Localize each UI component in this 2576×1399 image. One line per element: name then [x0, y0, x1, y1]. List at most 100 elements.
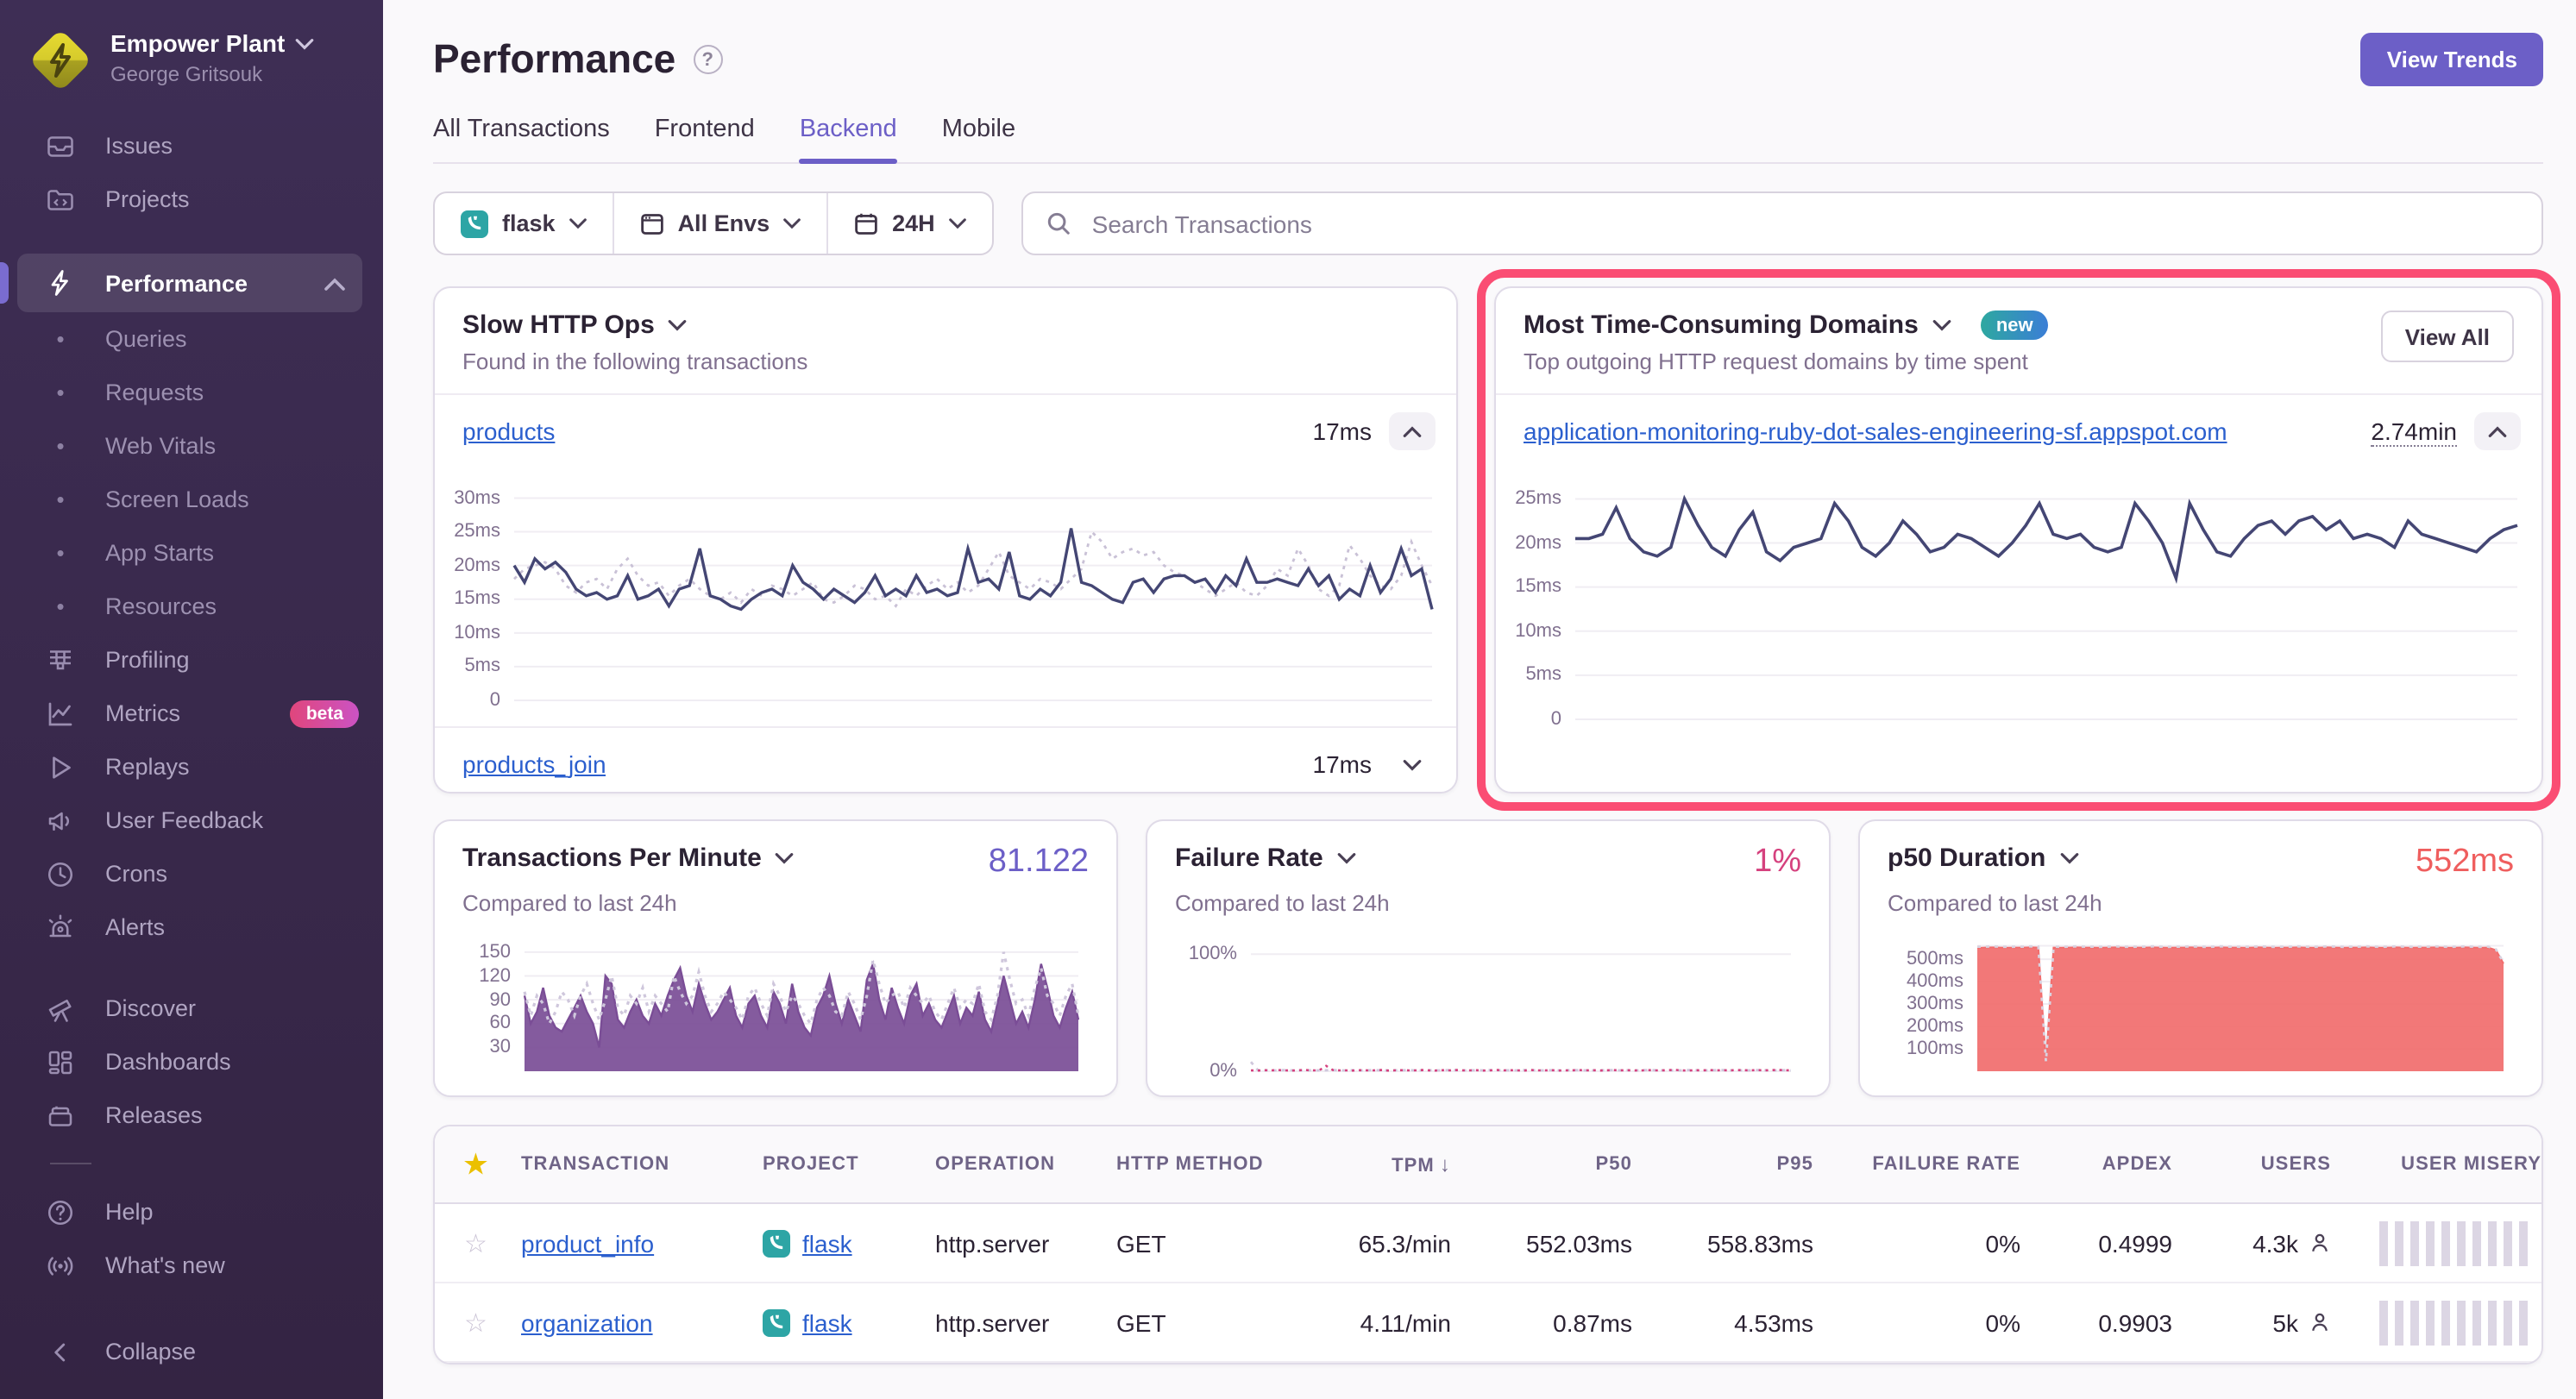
sidebar-item-crons[interactable]: Crons [0, 847, 383, 900]
sidebar-item-projects[interactable]: Projects [0, 173, 383, 226]
column-header-users[interactable]: USERS [2186, 1154, 2345, 1175]
sidebar-item-releases[interactable]: Releases [0, 1088, 383, 1142]
column-header-failure-rate[interactable]: FAILURE RATE [1827, 1154, 2034, 1175]
sidebar-item-screen-loads[interactable]: •Screen Loads [0, 473, 383, 526]
sidebar-item-issues[interactable]: Issues [0, 119, 383, 173]
domain-link[interactable]: application-monitoring-ruby-dot-sales-en… [1524, 417, 2227, 445]
failure-rate-cell: 0% [1827, 1229, 2034, 1257]
axis-tick-label: 0 [1496, 707, 1561, 731]
sidebar-item-user-feedback[interactable]: User Feedback [0, 794, 383, 847]
column-header-user-misery[interactable]: USER MISERY [2345, 1154, 2543, 1175]
axis-tick-label: 30 [462, 1035, 511, 1059]
p50-duration-panel: p50 Duration 552ms Compared to last 24h … [1858, 819, 2543, 1097]
sidebar-item-profiling[interactable]: Profiling [0, 633, 383, 687]
tab-frontend[interactable]: Frontend [655, 116, 755, 162]
axis-tick-label: 90 [462, 988, 511, 1012]
failure-rate-title[interactable]: Failure Rate [1175, 844, 1356, 873]
tab-mobile[interactable]: Mobile [942, 116, 1015, 162]
sidebar-item-replays[interactable]: Replays [0, 740, 383, 794]
search-transactions[interactable] [1021, 191, 2543, 255]
column-header-project[interactable]: PROJECT [749, 1154, 921, 1175]
chevron-down-icon [295, 38, 314, 50]
project-filter[interactable]: flask [435, 193, 613, 254]
transactions-table: ★TRANSACTIONPROJECTOPERATIONHTTP METHODT… [433, 1125, 2543, 1364]
transaction-link[interactable]: product_info [521, 1229, 654, 1257]
chevron-up-icon [1403, 425, 1422, 437]
operation-cell: http.server [921, 1229, 1103, 1257]
column-header-operation[interactable]: OPERATION [921, 1154, 1103, 1175]
transaction-link[interactable]: products [462, 417, 555, 445]
star-column-header-icon[interactable]: ★ [435, 1149, 507, 1180]
domain-time-spent[interactable]: 2.74min [2371, 417, 2457, 446]
star-toggle[interactable]: ☆ [435, 1307, 507, 1338]
chevron-down-icon [569, 217, 587, 229]
axis-tick-label: 5ms [435, 655, 500, 679]
broadcast-icon [45, 1250, 76, 1281]
search-icon [1046, 210, 1071, 236]
sidebar-item-label: Queries [105, 326, 187, 352]
search-input[interactable] [1089, 208, 2519, 239]
chevron-down-icon [669, 319, 688, 331]
column-header-transaction[interactable]: TRANSACTION [507, 1154, 749, 1175]
sidebar-item-alerts[interactable]: Alerts [0, 900, 383, 954]
expand-row-button[interactable] [1389, 745, 1436, 783]
column-header-apdex[interactable]: APDEX [2034, 1154, 2186, 1175]
releases-icon [45, 1100, 76, 1131]
sidebar-item-what-s-new[interactable]: What's new [0, 1239, 383, 1292]
domains-subtitle: Top outgoing HTTP request domains by tim… [1524, 348, 2049, 374]
flask-project-icon [763, 1308, 790, 1336]
sidebar-item-performance[interactable]: Performance [17, 254, 362, 312]
sidebar-item-help[interactable]: Help [0, 1185, 383, 1239]
sidebar-item-discover[interactable]: Discover [0, 982, 383, 1035]
view-trends-button[interactable]: View Trends [2361, 33, 2543, 86]
table-row: ☆organizationflaskhttp.serverGET4.11/min… [435, 1283, 2541, 1363]
http-method-cell: GET [1103, 1308, 1301, 1336]
apdex-cell: 0.9903 [2034, 1308, 2186, 1336]
slow-http-ops-title[interactable]: Slow HTTP Ops [462, 311, 1429, 340]
axis-tick-label: 20ms [1496, 531, 1561, 555]
bullet-icon: • [45, 433, 76, 459]
environment-filter[interactable]: All Envs [613, 193, 827, 254]
view-all-button[interactable]: View All [2381, 311, 2514, 362]
column-header-http-method[interactable]: HTTP METHOD [1103, 1154, 1301, 1175]
sidebar-item-label: Requests [105, 380, 204, 405]
domains-title[interactable]: Most Time-Consuming Domains new [1524, 311, 2049, 340]
tab-backend[interactable]: Backend [800, 116, 897, 162]
transaction-link[interactable]: organization [521, 1308, 653, 1336]
collapse-row-button[interactable] [2474, 412, 2521, 450]
p50-duration-title[interactable]: p50 Duration [1888, 844, 2078, 873]
chevron-down-icon [783, 217, 801, 229]
domains-highlight-wrap: Most Time-Consuming Domains new Top outg… [1494, 286, 2543, 794]
failure-rate-panel: Failure Rate 1% Compared to last 24h 100… [1146, 819, 1831, 1097]
project-cell[interactable]: flask [749, 1229, 921, 1257]
transaction-link[interactable]: products_join [462, 750, 606, 778]
org-switcher[interactable]: Empower Plant George Gritsouk [0, 0, 383, 112]
failure-rate-subtitle: Compared to last 24h [1175, 890, 1801, 916]
sidebar-item-metrics[interactable]: Metricsbeta [0, 687, 383, 740]
tab-all-transactions[interactable]: All Transactions [433, 116, 610, 162]
sidebar-item-queries[interactable]: •Queries [0, 312, 383, 366]
column-header-p50[interactable]: P50 [1465, 1154, 1646, 1175]
sidebar-item-label: Collapse [105, 1339, 196, 1364]
column-header-p95[interactable]: P95 [1646, 1154, 1827, 1175]
user-icon [2309, 1232, 2331, 1254]
sidebar-item-collapse[interactable]: Collapse [0, 1325, 383, 1378]
project-cell[interactable]: flask [749, 1308, 921, 1336]
sidebar-item-requests[interactable]: •Requests [0, 366, 383, 419]
time-range-filter[interactable]: 24H [826, 193, 992, 254]
star-toggle[interactable]: ☆ [435, 1227, 507, 1258]
collapse-row-button[interactable] [1389, 412, 1436, 450]
column-header-tpm[interactable]: TPM↓ [1301, 1152, 1465, 1176]
sidebar-item-dashboards[interactable]: Dashboards [0, 1035, 383, 1088]
sidebar-item-web-vitals[interactable]: •Web Vitals [0, 419, 383, 473]
tpm-cell: 65.3/min [1301, 1229, 1465, 1257]
operation-cell: http.server [921, 1308, 1103, 1336]
tpm-title[interactable]: Transactions Per Minute [462, 844, 795, 873]
help-tooltip-icon[interactable]: ? [693, 45, 722, 74]
p50-duration-value: 552ms [2416, 844, 2514, 881]
table-row: ☆product_infoflaskhttp.serverGET65.3/min… [435, 1204, 2541, 1283]
sidebar-item-label: Replays [105, 754, 190, 780]
sidebar-item-resources[interactable]: •Resources [0, 580, 383, 633]
sidebar-item-app-starts[interactable]: •App Starts [0, 526, 383, 580]
p50-duration-subtitle: Compared to last 24h [1888, 890, 2514, 916]
